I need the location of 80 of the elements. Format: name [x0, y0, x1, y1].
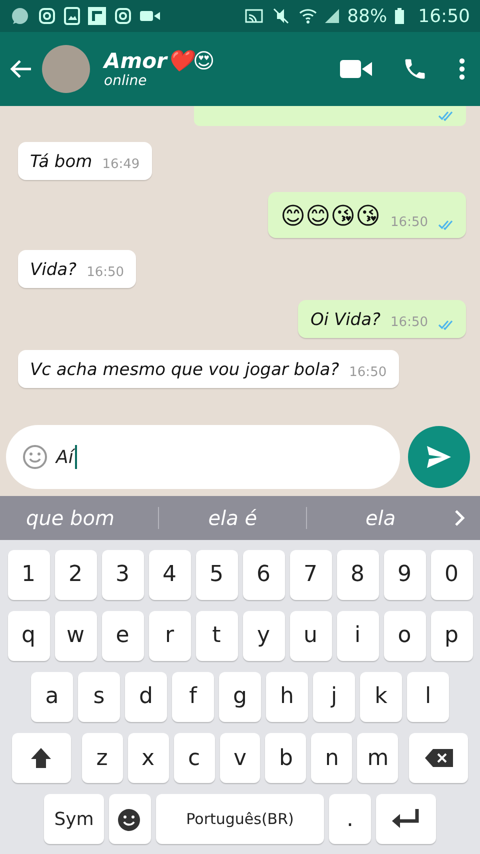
key[interactable]: 2: [54, 550, 96, 600]
app-icon: [88, 7, 106, 25]
enter-key[interactable]: [376, 794, 436, 844]
message-text: Oi Vida?: [310, 310, 381, 330]
key[interactable]: 6: [242, 550, 284, 600]
key[interactable]: v: [220, 733, 260, 784]
key[interactable]: 7: [290, 550, 332, 600]
key[interactable]: 4: [148, 550, 190, 600]
key[interactable]: x: [128, 733, 169, 784]
key[interactable]: w: [54, 610, 96, 661]
key[interactable]: c: [174, 733, 214, 784]
message-time: 16:50: [390, 215, 428, 230]
contact-name: Amor❤😍: [104, 49, 216, 73]
camera-app-icon: [114, 7, 132, 25]
key[interactable]: o: [384, 610, 426, 661]
key[interactable]: s: [78, 672, 120, 722]
key[interactable]: 9: [384, 550, 426, 600]
key[interactable]: j: [313, 672, 355, 722]
message-time: 16:50: [349, 365, 387, 380]
key[interactable]: l: [407, 672, 449, 722]
key[interactable]: t: [196, 610, 238, 661]
key[interactable]: 5: [196, 550, 238, 600]
key[interactable]: p: [430, 610, 472, 661]
cast-icon: [245, 9, 264, 23]
message-text: Vc acha mesmo que vou jogar bola?: [30, 360, 340, 380]
backspace-icon: [424, 748, 454, 768]
battery-icon: [395, 8, 404, 24]
backspace-key[interactable]: [409, 733, 468, 784]
key[interactable]: h: [266, 672, 308, 722]
key[interactable]: z: [82, 733, 123, 784]
mute-icon: [271, 8, 292, 24]
shift-arrow-icon: [29, 746, 54, 770]
message-text: Vida?: [30, 260, 77, 280]
key[interactable]: g: [219, 672, 261, 722]
status-time: 16:50: [418, 6, 470, 26]
key[interactable]: .: [329, 794, 371, 844]
back-arrow-icon[interactable]: [10, 59, 32, 79]
message-text: 😊😊😘😘: [280, 202, 381, 230]
key[interactable]: 3: [102, 550, 144, 600]
emoji-icon[interactable]: [22, 444, 48, 470]
message-time: 16:50: [390, 315, 428, 330]
message-time: 16:50: [86, 265, 124, 280]
space-key[interactable]: Português(BR): [156, 794, 324, 844]
typed-text: Aí: [56, 446, 74, 468]
key[interactable]: m: [357, 733, 398, 784]
chat-app-icon: [10, 6, 30, 26]
message-text: Tá bom: [30, 152, 92, 172]
key[interactable]: 1: [8, 550, 50, 600]
key[interactable]: n: [311, 733, 352, 784]
key[interactable]: q: [8, 610, 50, 661]
emoji-key[interactable]: [109, 794, 151, 844]
key[interactable]: 0: [430, 550, 472, 600]
contact-status: online: [104, 73, 148, 89]
image-icon: [64, 7, 80, 25]
signal-icon: [325, 9, 340, 23]
key[interactable]: f: [172, 672, 214, 722]
more-options-icon[interactable]: [458, 57, 466, 81]
video-call-icon[interactable]: [340, 59, 372, 79]
smiley-icon: [117, 806, 143, 832]
video-icon: [140, 9, 160, 23]
key[interactable]: b: [265, 733, 306, 784]
battery-percentage: 88%: [347, 6, 388, 26]
read-ticks-icon: [438, 111, 454, 121]
key[interactable]: r: [148, 610, 190, 661]
key[interactable]: e: [102, 610, 144, 661]
key[interactable]: u: [290, 610, 332, 661]
message-time: 16:49: [102, 157, 140, 172]
symbols-key[interactable]: Sym: [44, 794, 104, 844]
wifi-icon: [299, 8, 318, 24]
key[interactable]: k: [360, 672, 402, 722]
send-icon: [426, 445, 452, 469]
key[interactable]: d: [125, 672, 167, 722]
camera-app-icon: [38, 7, 56, 25]
key[interactable]: a: [31, 672, 73, 722]
chevron-right-icon[interactable]: [454, 509, 466, 527]
shift-key[interactable]: [12, 733, 71, 784]
message-input-field[interactable]: Aí: [6, 425, 400, 489]
key[interactable]: 8: [336, 550, 378, 600]
key[interactable]: y: [242, 610, 284, 661]
key[interactable]: i: [336, 610, 378, 661]
